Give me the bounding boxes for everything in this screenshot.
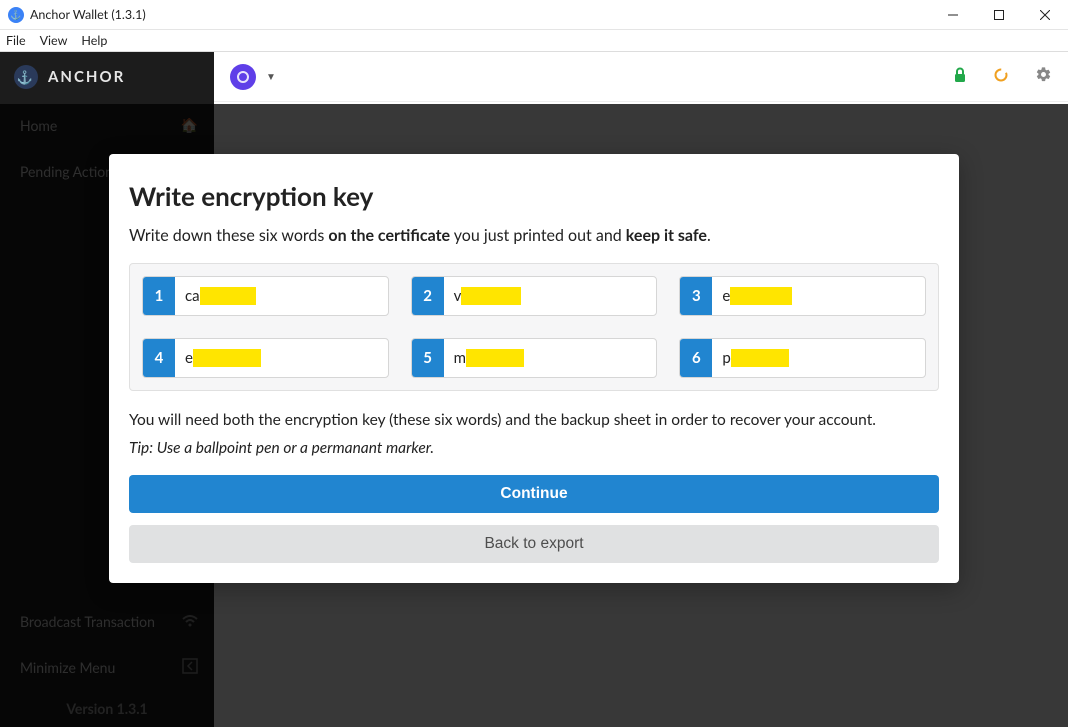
- modal-title: Write encryption key: [129, 180, 939, 212]
- menu-file[interactable]: File: [6, 33, 26, 48]
- word-number: 6: [680, 339, 712, 377]
- redacted-text: [193, 349, 261, 367]
- chevron-down-icon: ▼: [266, 71, 276, 83]
- word-value: e: [712, 277, 925, 315]
- word-value: e: [175, 339, 388, 377]
- word-4: 4 e: [142, 338, 389, 378]
- refresh-icon[interactable]: [993, 67, 1009, 87]
- word-number: 2: [412, 277, 444, 315]
- topbar: ▼: [214, 52, 1068, 102]
- word-1: 1 ca: [142, 276, 389, 316]
- window-title: Anchor Wallet (1.3.1): [30, 7, 930, 22]
- redacted-text: [461, 287, 521, 305]
- word-value: m: [444, 339, 657, 377]
- minimize-window-button[interactable]: [930, 0, 976, 29]
- chain-icon: [230, 64, 256, 90]
- app-icon: [8, 7, 24, 23]
- window-titlebar: Anchor Wallet (1.3.1): [0, 0, 1068, 30]
- words-panel: 1 ca 2 v 3 e 4 e 5 m 6 p: [129, 263, 939, 391]
- word-number: 4: [143, 339, 175, 377]
- modal-note: You will need both the encryption key (t…: [129, 411, 939, 429]
- app-body: ⚓ ANCHOR Home 🏠 Pending Actions Broadcas…: [0, 52, 1068, 727]
- modal-tip: Tip: Use a ballpoint pen or a permanant …: [129, 439, 939, 457]
- redacted-text: [466, 349, 524, 367]
- redacted-text: [730, 287, 792, 305]
- back-button[interactable]: Back to export: [129, 525, 939, 563]
- menu-help[interactable]: Help: [81, 33, 107, 48]
- word-value: ca: [175, 277, 388, 315]
- word-value: p: [712, 339, 925, 377]
- word-6: 6 p: [679, 338, 926, 378]
- word-3: 3 e: [679, 276, 926, 316]
- chain-selector[interactable]: ▼: [230, 64, 276, 90]
- topbar-actions: [953, 66, 1052, 87]
- menu-view[interactable]: View: [40, 33, 68, 48]
- lock-icon[interactable]: [953, 67, 967, 87]
- word-number: 5: [412, 339, 444, 377]
- word-number: 1: [143, 277, 175, 315]
- brand-text: ANCHOR: [48, 68, 125, 86]
- window-controls: [930, 0, 1068, 29]
- word-5: 5 m: [411, 338, 658, 378]
- word-value: v: [444, 277, 657, 315]
- close-window-button[interactable]: [1022, 0, 1068, 29]
- word-number: 3: [680, 277, 712, 315]
- anchor-logo-icon: ⚓: [14, 65, 38, 89]
- maximize-window-button[interactable]: [976, 0, 1022, 29]
- modal-subtitle: Write down these six words on the certif…: [129, 226, 939, 245]
- brand: ⚓ ANCHOR: [0, 52, 214, 102]
- redacted-text: [200, 287, 256, 305]
- encryption-key-modal: Write encryption key Write down these si…: [109, 154, 959, 583]
- settings-icon[interactable]: [1035, 66, 1052, 87]
- menubar: File View Help: [0, 30, 1068, 52]
- continue-button[interactable]: Continue: [129, 475, 939, 513]
- redacted-text: [731, 349, 789, 367]
- word-2: 2 v: [411, 276, 658, 316]
